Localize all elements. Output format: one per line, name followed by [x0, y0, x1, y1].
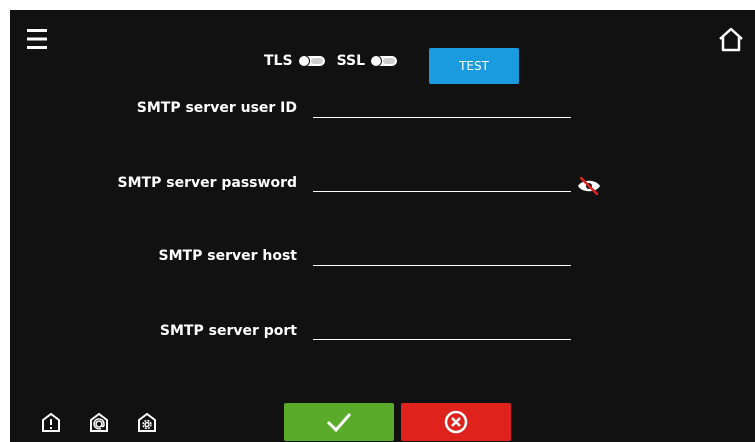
security-toggles: TLS SSL: [264, 46, 409, 76]
cancel-icon: [444, 410, 468, 434]
hamburger-menu-icon[interactable]: [24, 26, 50, 52]
port-input[interactable]: [313, 315, 571, 340]
alarm-icon[interactable]: [40, 411, 62, 433]
home-icon[interactable]: [716, 24, 746, 54]
password-label: SMTP server password: [117, 175, 297, 191]
ssl-toggle-knob: [370, 55, 383, 67]
tls-toggle[interactable]: [297, 55, 325, 67]
ssl-toggle[interactable]: [370, 55, 398, 67]
checkmark-icon: [326, 413, 352, 433]
ssl-label: SSL: [336, 53, 366, 69]
ssl-toggle-track: [383, 58, 396, 64]
tls-toggle-track: [310, 58, 323, 64]
host-input[interactable]: [313, 241, 571, 266]
eye-slash-icon[interactable]: [576, 176, 602, 196]
port-label: SMTP server port: [159, 323, 297, 339]
settings-icon[interactable]: [136, 411, 158, 433]
tls-label: TLS: [264, 53, 293, 69]
cancel-button[interactable]: [401, 403, 511, 441]
confirm-button[interactable]: [284, 403, 394, 441]
email-icon[interactable]: [88, 411, 110, 433]
user-id-input[interactable]: [313, 93, 571, 118]
test-button[interactable]: TEST: [429, 48, 519, 84]
host-label: SMTP server host: [158, 248, 297, 264]
password-input[interactable]: [313, 167, 571, 192]
smtp-settings-screen: TLS SSL TEST SMTP server user ID SMTP se…: [10, 10, 755, 442]
tls-toggle-knob: [297, 55, 310, 67]
user-id-label: SMTP server user ID: [136, 100, 297, 116]
